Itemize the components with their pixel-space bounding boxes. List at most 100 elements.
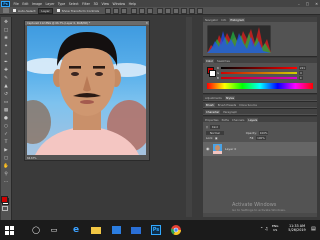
tab-histogram[interactable]: Histogram bbox=[229, 17, 246, 22]
eyedropper-tool-icon[interactable]: ✒ bbox=[3, 59, 9, 65]
menu-view[interactable]: View bbox=[101, 2, 109, 6]
menu-3d[interactable]: 3D bbox=[93, 2, 97, 6]
channel-g-value[interactable]: 0 bbox=[299, 71, 303, 75]
history-brush-tool-icon[interactable]: ↺ bbox=[3, 91, 9, 97]
dodge-tool-icon[interactable]: ○ bbox=[3, 123, 9, 129]
tab-channels[interactable]: Channels bbox=[232, 118, 244, 122]
maximize-icon[interactable]: □ bbox=[306, 2, 309, 6]
menu-image[interactable]: Image bbox=[32, 2, 42, 6]
align-top-icon[interactable] bbox=[105, 7, 112, 14]
align-middle-icon[interactable] bbox=[113, 7, 120, 14]
lock-icon[interactable]: ▣ bbox=[215, 136, 218, 140]
hand-tool-icon[interactable]: ✋ bbox=[3, 163, 9, 169]
foreground-color-swatch[interactable] bbox=[0, 196, 8, 203]
clock[interactable]: 11:33 AM 5/26/2019 bbox=[286, 224, 308, 232]
lasso-tool-icon[interactable]: ❀ bbox=[3, 35, 9, 41]
tab-clone-source[interactable]: Clone Source bbox=[239, 103, 257, 107]
document-close-icon[interactable]: ✕ bbox=[145, 21, 148, 25]
minimize-icon[interactable]: – bbox=[298, 2, 300, 6]
channel-b-slider[interactable] bbox=[220, 76, 297, 80]
channel-r-value[interactable]: 221 bbox=[298, 66, 307, 70]
tab-brush[interactable]: Brush bbox=[205, 102, 215, 107]
tab-info[interactable]: Info bbox=[221, 18, 226, 22]
move-tool-preset-icon[interactable] bbox=[3, 8, 9, 13]
image-canvas[interactable] bbox=[27, 26, 146, 155]
tab-color[interactable]: Color bbox=[205, 58, 215, 63]
channel-b-value[interactable]: 0 bbox=[298, 76, 303, 80]
menu-layer[interactable]: Layer bbox=[46, 2, 55, 6]
channel-g-slider[interactable] bbox=[221, 71, 298, 75]
menu-filter[interactable]: Filter bbox=[82, 2, 90, 6]
photoshop-taskbar-icon[interactable]: Ps bbox=[150, 224, 162, 236]
color-panel-background[interactable] bbox=[209, 70, 216, 77]
visibility-eye-icon[interactable]: ◉ bbox=[206, 146, 210, 151]
tab-layers[interactable]: Layers bbox=[247, 117, 259, 122]
language-indicator[interactable]: ENG US bbox=[272, 224, 278, 232]
menu-window[interactable]: Window bbox=[113, 2, 126, 6]
clone-stamp-tool-icon[interactable]: ▲ bbox=[3, 83, 9, 89]
edge-icon[interactable]: e bbox=[70, 224, 82, 236]
show-transform-checkbox[interactable] bbox=[56, 9, 60, 12]
tab-styles[interactable]: Styles bbox=[224, 95, 235, 100]
menu-edit[interactable]: Edit bbox=[22, 2, 28, 6]
gradient-tool-icon[interactable]: ▩ bbox=[3, 107, 9, 113]
layer-filter-kind[interactable]: Kind bbox=[209, 125, 220, 129]
tray-icons[interactable]: ⌃ ♫ bbox=[260, 226, 268, 231]
mail-icon[interactable] bbox=[130, 224, 142, 236]
quick-select-tool-icon[interactable]: ✦ bbox=[3, 43, 9, 49]
store-icon[interactable] bbox=[110, 224, 122, 236]
distribute-bottom-icon[interactable] bbox=[173, 7, 180, 14]
eraser-tool-icon[interactable]: ▭ bbox=[3, 99, 9, 105]
brush-tool-icon[interactable]: ✎ bbox=[3, 75, 9, 81]
zoom-tool-icon[interactable]: ⚲ bbox=[3, 171, 9, 177]
menu-type[interactable]: Type bbox=[58, 2, 65, 6]
notification-icon[interactable]: ▤ bbox=[311, 226, 316, 232]
blur-tool-icon[interactable]: ● bbox=[3, 115, 9, 121]
chrome-icon[interactable] bbox=[170, 224, 182, 236]
align-center-icon[interactable] bbox=[139, 7, 146, 14]
tab-brush-presets[interactable]: Brush Presets bbox=[218, 103, 236, 107]
layer-row[interactable]: ◉ Layer 0 bbox=[203, 142, 317, 156]
crop-tool-icon[interactable]: ⌖ bbox=[3, 51, 9, 57]
menu-help[interactable]: Help bbox=[129, 2, 136, 6]
tab-swatches[interactable]: Swatches bbox=[217, 59, 230, 63]
tab-paths[interactable]: Paths bbox=[222, 118, 229, 122]
path-selection-tool-icon[interactable]: ▶ bbox=[3, 147, 9, 153]
marquee-tool-icon[interactable]: □ bbox=[3, 27, 9, 33]
shape-tool-icon[interactable]: ▢ bbox=[3, 155, 9, 161]
distribute-center-icon[interactable] bbox=[189, 7, 196, 14]
channel-r-slider[interactable] bbox=[220, 66, 297, 70]
tab-paragraph[interactable]: Paragraph bbox=[223, 110, 237, 114]
distribute-top-icon[interactable] bbox=[157, 7, 164, 14]
fill-value[interactable]: 100% bbox=[256, 136, 266, 140]
tab-character[interactable]: Character bbox=[205, 109, 221, 114]
task-view-icon[interactable]: ▭ bbox=[48, 224, 60, 236]
align-bottom-icon[interactable] bbox=[121, 7, 128, 14]
align-left-icon[interactable] bbox=[131, 7, 138, 14]
menu-select[interactable]: Select bbox=[69, 2, 79, 6]
auto-select-checkbox[interactable] bbox=[13, 9, 16, 12]
menu-file[interactable]: File bbox=[14, 2, 19, 6]
search-taskbar-icon[interactable]: ◯ bbox=[30, 224, 42, 236]
color-spectrum-bar[interactable] bbox=[207, 83, 313, 89]
move-tool-icon[interactable]: ✥ bbox=[3, 19, 9, 25]
align-right-icon[interactable] bbox=[147, 7, 154, 14]
tab-adjustments[interactable]: Adjustments bbox=[205, 96, 222, 100]
distribute-right-icon[interactable] bbox=[197, 7, 204, 14]
healing-brush-tool-icon[interactable]: ✚ bbox=[3, 67, 9, 73]
tab-properties[interactable]: Properties bbox=[205, 118, 219, 122]
distribute-left-icon[interactable] bbox=[181, 7, 188, 14]
windows-start-icon[interactable] bbox=[3, 224, 15, 236]
opacity-value[interactable]: 100% bbox=[258, 131, 269, 135]
pen-tool-icon[interactable]: ✓ bbox=[3, 131, 9, 137]
more-tools-icon[interactable]: ⋯ bbox=[3, 179, 9, 185]
close-icon[interactable]: ✕ bbox=[315, 2, 318, 6]
type-tool-icon[interactable]: T bbox=[3, 139, 9, 145]
distribute-middle-icon[interactable] bbox=[165, 7, 172, 14]
tab-navigator[interactable]: Navigator bbox=[205, 18, 218, 22]
auto-select-dropdown[interactable]: Layer bbox=[38, 7, 53, 14]
document-tab[interactable]: Capture0 112.PNG @ 66.7% (Layer 0, RGB/8… bbox=[25, 21, 149, 25]
quick-mask-icon[interactable] bbox=[2, 206, 8, 211]
blend-mode-dropdown[interactable]: Normal bbox=[206, 131, 224, 135]
layer-name[interactable]: Layer 0 bbox=[225, 147, 236, 151]
